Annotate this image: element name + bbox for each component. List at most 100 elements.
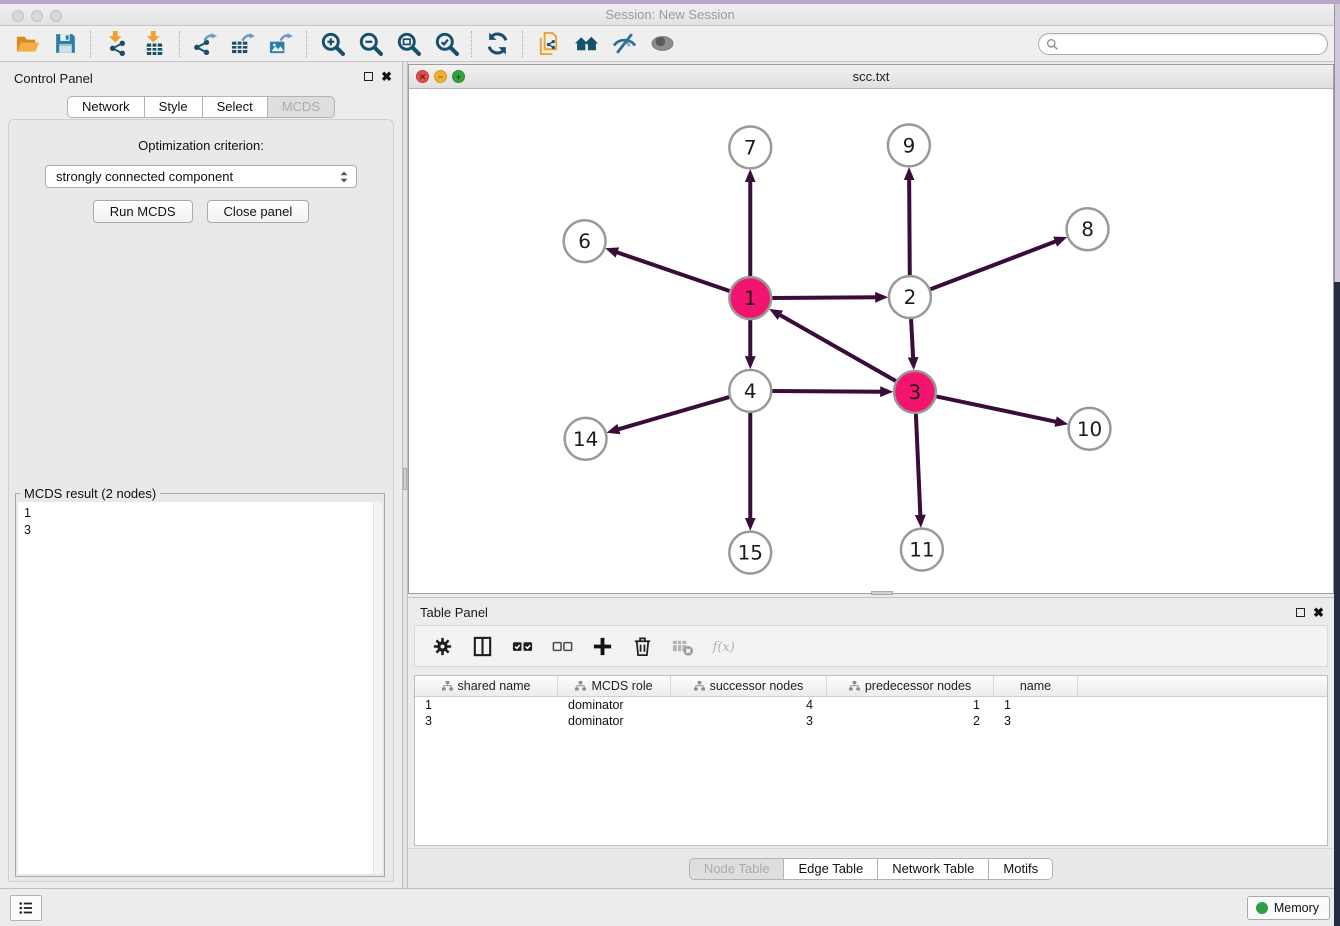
graph-edge-1-2[interactable] bbox=[772, 297, 879, 298]
delete-column-button[interactable] bbox=[625, 630, 659, 662]
export-table-icon bbox=[231, 31, 256, 56]
close-panel-button[interactable]: Close panel bbox=[207, 200, 310, 223]
zoom-fit-button[interactable] bbox=[389, 29, 427, 59]
column-header-shared-name[interactable]: shared name bbox=[415, 676, 558, 696]
mcds-result-text[interactable]: 1 3 bbox=[18, 502, 373, 874]
graph-node-label: 7 bbox=[744, 135, 757, 159]
column-header-mcds-role[interactable]: MCDS role bbox=[558, 676, 671, 696]
table-float-panel-icon[interactable] bbox=[1296, 608, 1305, 617]
table-row[interactable]: 3dominator323 bbox=[415, 713, 1327, 729]
show-all-button[interactable] bbox=[643, 29, 681, 59]
column-header-name[interactable]: name bbox=[994, 676, 1078, 696]
new-network-from-selection-button[interactable] bbox=[529, 29, 567, 59]
graph-edge-1-6[interactable] bbox=[614, 251, 730, 291]
table-cell[interactable]: 1 bbox=[994, 697, 1078, 713]
graph-node-label: 9 bbox=[903, 133, 916, 157]
horizontal-splitter-grip[interactable] bbox=[871, 591, 893, 595]
tab-motifs[interactable]: Motifs bbox=[988, 858, 1053, 880]
import-network-button[interactable] bbox=[97, 29, 135, 59]
graph-edge-2-3[interactable] bbox=[911, 319, 913, 361]
table-panel-header: Table Panel ✖ bbox=[408, 598, 1334, 623]
task-history-button[interactable] bbox=[10, 895, 42, 921]
export-image-button[interactable] bbox=[262, 29, 300, 59]
tab-node-table[interactable]: Node Table bbox=[689, 858, 784, 880]
table-cell[interactable]: 1 bbox=[827, 697, 994, 713]
zoom-in-button[interactable] bbox=[313, 29, 351, 59]
graph-node-10[interactable]: 10 bbox=[1069, 408, 1111, 450]
graph-node-11[interactable]: 11 bbox=[901, 529, 943, 571]
graph-node-8[interactable]: 8 bbox=[1067, 208, 1109, 250]
tab-network[interactable]: Network bbox=[67, 96, 144, 118]
graph-node-7[interactable]: 7 bbox=[729, 126, 771, 168]
column-tree-icon bbox=[694, 681, 705, 691]
network-canvas[interactable]: 7 9 6 8 1 2 4 3 14 10 15 11 bbox=[409, 89, 1333, 593]
graph-node-6[interactable]: 6 bbox=[564, 220, 606, 262]
add-column-button[interactable] bbox=[585, 630, 619, 662]
table-row[interactable]: 1dominator411 bbox=[415, 697, 1327, 713]
graph-node-9[interactable]: 9 bbox=[888, 124, 930, 166]
graph-node-15[interactable]: 15 bbox=[729, 532, 771, 574]
toolbar-separator bbox=[522, 31, 523, 57]
table-close-panel-icon[interactable]: ✖ bbox=[1313, 608, 1324, 617]
graph-node-4[interactable]: 4 bbox=[729, 370, 771, 412]
function-builder-button: f(x) bbox=[705, 630, 739, 662]
column-header-successor-nodes[interactable]: successor nodes bbox=[671, 676, 827, 696]
table-cell[interactable]: 3 bbox=[415, 713, 558, 729]
graph-node-1[interactable]: 1 bbox=[729, 277, 771, 319]
save-session-button[interactable] bbox=[46, 29, 84, 59]
column-header-predecessor-nodes[interactable]: predecessor nodes bbox=[827, 676, 994, 696]
graph-edge-4-14[interactable] bbox=[615, 397, 729, 430]
export-table-button[interactable] bbox=[224, 29, 262, 59]
result-scrollbar[interactable] bbox=[373, 502, 382, 874]
tab-select[interactable]: Select bbox=[202, 96, 267, 118]
table-cell[interactable]: dominator bbox=[558, 697, 671, 713]
refresh-button[interactable] bbox=[478, 29, 516, 59]
graph-edge-3-11[interactable] bbox=[916, 414, 921, 519]
check-all-button[interactable] bbox=[505, 630, 539, 662]
uncheck-all-button[interactable] bbox=[545, 630, 579, 662]
tab-style[interactable]: Style bbox=[144, 96, 202, 118]
table-cell[interactable]: 2 bbox=[827, 713, 994, 729]
import-table-button[interactable] bbox=[135, 29, 173, 59]
criterion-select[interactable]: strongly connected component bbox=[45, 165, 357, 188]
graph-node-3[interactable]: 3 bbox=[894, 371, 936, 413]
table-panel: Table Panel ✖ f(x) shared name MCDS role s… bbox=[408, 597, 1334, 888]
search-box[interactable] bbox=[1038, 33, 1328, 55]
svg-text:f(x): f(x) bbox=[711, 640, 733, 655]
first-neighbors-button[interactable] bbox=[567, 29, 605, 59]
table-cell[interactable]: 3 bbox=[994, 713, 1078, 729]
columns-button[interactable] bbox=[465, 630, 499, 662]
graph-edge-2-8[interactable] bbox=[930, 240, 1058, 289]
open-session-button[interactable] bbox=[8, 29, 46, 59]
search-input[interactable] bbox=[1059, 37, 1327, 51]
table-cell[interactable]: 4 bbox=[671, 697, 827, 713]
zoom-out-button[interactable] bbox=[351, 29, 389, 59]
memory-button[interactable]: Memory bbox=[1247, 896, 1330, 920]
table-cell[interactable]: dominator bbox=[558, 713, 671, 729]
close-panel-icon[interactable]: ✖ bbox=[381, 72, 392, 81]
graph-node-2[interactable]: 2 bbox=[889, 276, 931, 318]
tab-mcds[interactable]: MCDS bbox=[267, 96, 335, 118]
splitter-grip[interactable] bbox=[403, 468, 407, 490]
save-session-icon bbox=[53, 31, 78, 56]
first-neighbors-icon bbox=[574, 31, 599, 56]
table-cell[interactable]: 1 bbox=[415, 697, 558, 713]
run-mcds-button[interactable]: Run MCDS bbox=[93, 200, 193, 223]
tab-edge-table[interactable]: Edge Table bbox=[783, 858, 877, 880]
export-network-icon bbox=[193, 31, 218, 56]
tab-network-table[interactable]: Network Table bbox=[877, 858, 988, 880]
zoom-selected-button[interactable] bbox=[427, 29, 465, 59]
graph-node-14[interactable]: 14 bbox=[565, 418, 607, 460]
float-panel-icon[interactable] bbox=[364, 72, 373, 81]
control-panel-tabs: NetworkStyleSelectMCDS bbox=[0, 96, 402, 118]
column-header-label: MCDS role bbox=[591, 679, 652, 693]
graph-edge-3-1[interactable] bbox=[777, 313, 896, 381]
export-network-button[interactable] bbox=[186, 29, 224, 59]
graph-edge-2-9[interactable] bbox=[909, 176, 910, 275]
graph-edge-4-3[interactable] bbox=[772, 391, 884, 392]
hide-selected-button[interactable] bbox=[605, 29, 643, 59]
table-cell[interactable]: 3 bbox=[671, 713, 827, 729]
status-bar: Memory bbox=[0, 888, 1340, 926]
gear-button[interactable] bbox=[425, 630, 459, 662]
graph-edge-3-10[interactable] bbox=[936, 396, 1059, 422]
